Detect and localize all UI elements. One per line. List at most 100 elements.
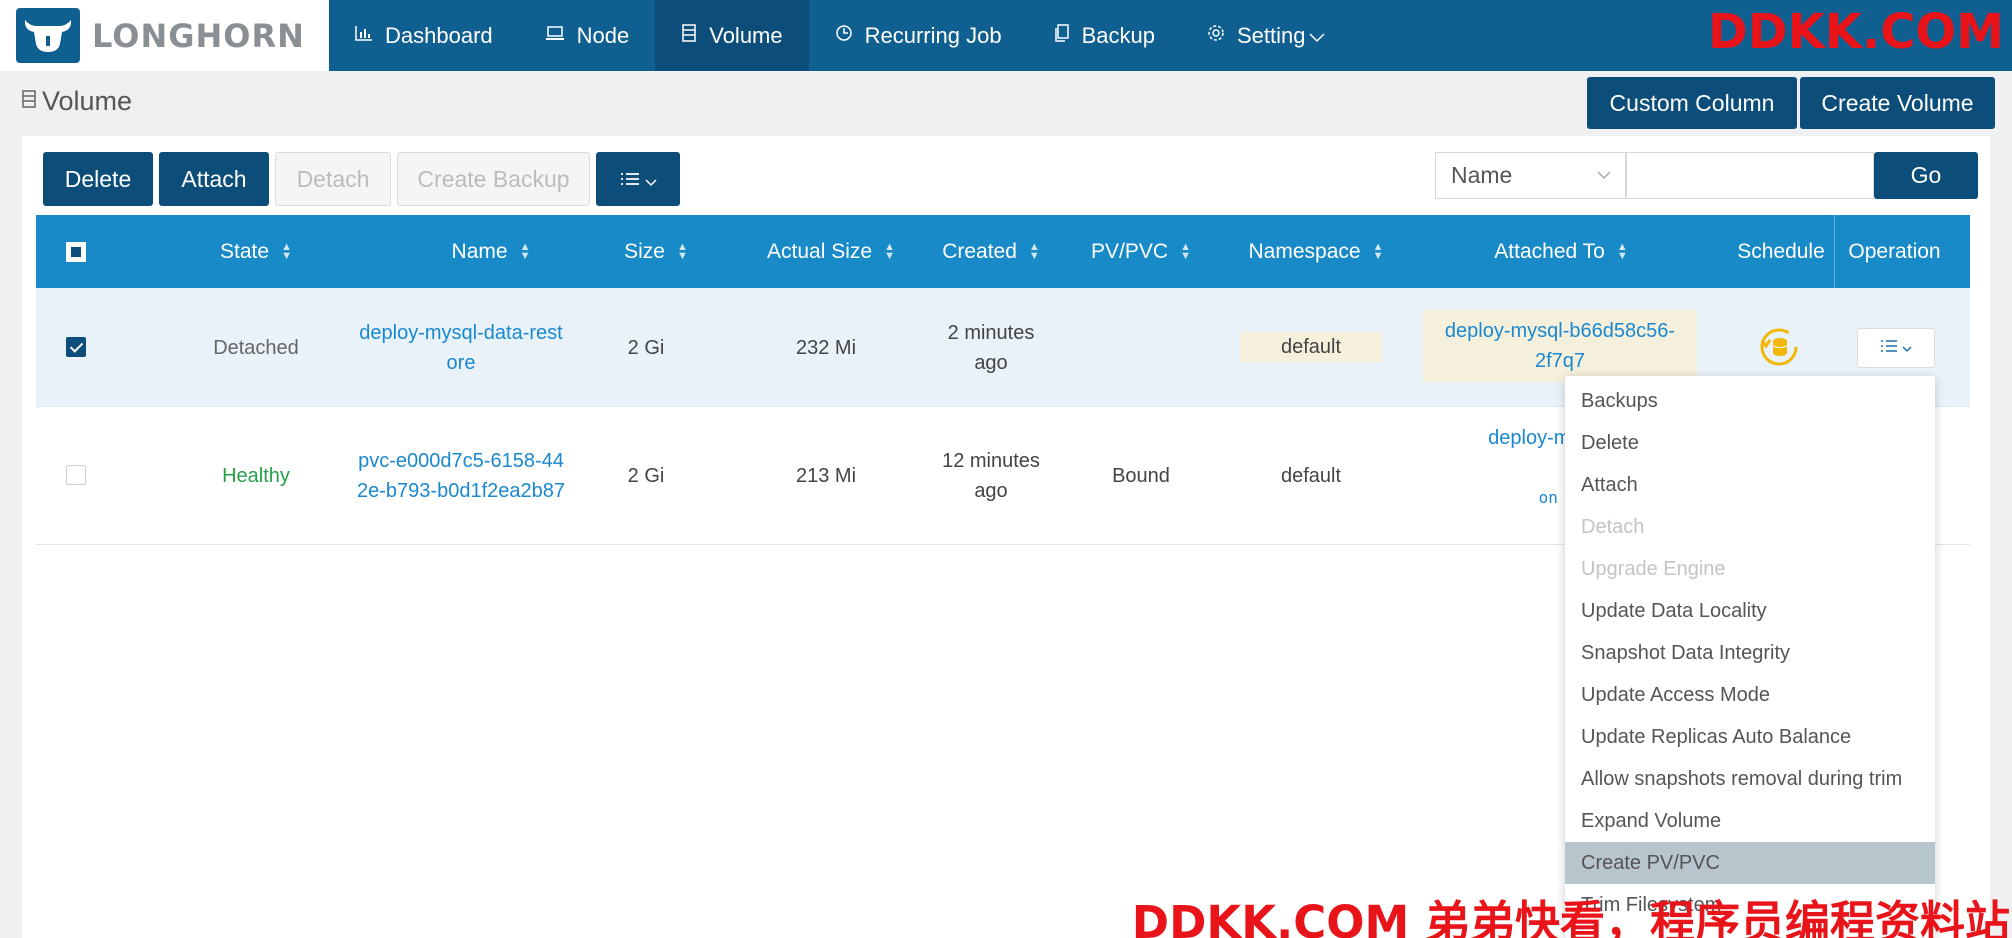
column-header-created-label: Created bbox=[942, 239, 1017, 263]
chevron-down-icon bbox=[1597, 167, 1611, 185]
brand-logo[interactable]: LONGHORN bbox=[0, 0, 329, 71]
row-operation-button[interactable] bbox=[1857, 328, 1935, 368]
menu-item-detach[interactable]: Detach bbox=[1565, 506, 1935, 548]
row-attached-line1: deploy-mysql-b66d58c56- bbox=[1444, 320, 1676, 342]
volume-operation-menu: Backups Delete Attach Detach Upgrade Eng… bbox=[1565, 376, 1935, 938]
list-icon bbox=[619, 166, 641, 193]
bar-chart-icon bbox=[355, 24, 373, 47]
row-namespace-tag: default bbox=[1240, 332, 1382, 362]
row-name-link[interactable]: deploy-mysql-data-rest ore bbox=[336, 288, 586, 407]
sort-icon: ▲ ▼ bbox=[1616, 240, 1628, 262]
nav-backup[interactable]: Backup bbox=[1028, 0, 1181, 71]
row-created: 2 minutes ago bbox=[916, 288, 1066, 407]
column-header-name[interactable]: Name ▲ ▼ bbox=[371, 215, 611, 288]
sort-icon: ▲ ▼ bbox=[519, 240, 531, 262]
nav-node[interactable]: Node bbox=[519, 0, 656, 71]
nav-backup-label: Backup bbox=[1081, 22, 1155, 48]
list-icon bbox=[1880, 339, 1898, 357]
menu-item-expand-volume[interactable]: Expand Volume bbox=[1565, 800, 1935, 842]
sort-icon: ▲ ▼ bbox=[1028, 240, 1040, 262]
column-header-size[interactable]: Size ▲ ▼ bbox=[606, 215, 706, 288]
column-header-size-label: Size bbox=[624, 239, 665, 263]
schedule-backup-icon[interactable] bbox=[1756, 324, 1802, 370]
chevron-down-icon bbox=[645, 166, 657, 193]
menu-item-create-pv-pvc[interactable]: Create PV/PVC bbox=[1565, 842, 1935, 884]
column-header-namespace[interactable]: Namespace ▲ ▼ bbox=[1226, 215, 1406, 288]
nav-dashboard-label: Dashboard bbox=[385, 22, 493, 48]
row-created-line2: ago bbox=[974, 351, 1008, 374]
row-size: 2 Gi bbox=[627, 336, 665, 359]
create-backup-button[interactable]: Create Backup bbox=[397, 152, 590, 206]
menu-item-update-data-locality[interactable]: Update Data Locality bbox=[1565, 590, 1935, 632]
go-button[interactable]: Go bbox=[1874, 152, 1978, 199]
detach-button[interactable]: Detach bbox=[275, 152, 391, 206]
column-header-attached-to-label: Attached To bbox=[1494, 239, 1605, 263]
menu-item-attach[interactable]: Attach bbox=[1565, 464, 1935, 506]
sort-icon: ▲ ▼ bbox=[1372, 240, 1384, 262]
column-header-actual-size-label: Actual Size bbox=[767, 239, 873, 263]
column-header-schedule: Schedule bbox=[1736, 215, 1826, 288]
watermark-bottom: DDKK.COM 弟弟快看，程序员编程资料站 bbox=[1131, 896, 2010, 938]
filter-field-select[interactable]: Name bbox=[1435, 152, 1626, 199]
row-checkbox[interactable] bbox=[66, 337, 86, 357]
row-name-link[interactable]: pvc-e000d7c5-6158-44 2e-b793-b0d1f2ea2b8… bbox=[336, 407, 586, 545]
row-checkbox[interactable] bbox=[66, 465, 86, 485]
sort-icon: ▲ ▼ bbox=[676, 240, 688, 262]
row-name-line2: 2e-b793-b0d1f2ea2b87 bbox=[357, 480, 565, 502]
menu-item-upgrade-engine[interactable]: Upgrade Engine bbox=[1565, 548, 1935, 590]
row-size: 2 Gi bbox=[627, 465, 665, 487]
page-title-text: Volume bbox=[42, 86, 133, 116]
column-header-pvpvc[interactable]: PV/PVC ▲ ▼ bbox=[1076, 215, 1206, 288]
custom-column-button[interactable]: Custom Column bbox=[1587, 77, 1797, 129]
row-attached-to-link[interactable]: deploy-mysql-b66d58c56- 2f7q7 bbox=[1423, 310, 1697, 382]
nav-volume[interactable]: Volume bbox=[655, 0, 809, 71]
select-all-checkbox[interactable] bbox=[66, 242, 86, 262]
row-name-line1: pvc-e000d7c5-6158-44 bbox=[358, 450, 564, 472]
row-namespace: default bbox=[1280, 465, 1342, 487]
menu-item-snapshot-data-integrity[interactable]: Snapshot Data Integrity bbox=[1565, 632, 1935, 674]
sort-icon: ▲ ▼ bbox=[1180, 240, 1191, 262]
nav-recurring-job-label: Recurring Job bbox=[864, 22, 1002, 48]
nav-setting-label: Setting bbox=[1236, 22, 1306, 48]
column-header-attached-to[interactable]: Attached To ▲ ▼ bbox=[1436, 215, 1686, 288]
column-header-state[interactable]: State ▲ ▼ bbox=[156, 215, 356, 288]
menu-item-update-access-mode[interactable]: Update Access Mode bbox=[1565, 674, 1935, 716]
attach-button[interactable]: Attach bbox=[159, 152, 269, 206]
nav-volume-label: Volume bbox=[709, 22, 783, 48]
menu-item-allow-snapshots-removal[interactable]: Allow snapshots removal during trim bbox=[1565, 758, 1935, 800]
row-created-line1: 12 minutes bbox=[942, 450, 1040, 472]
chevron-down-icon bbox=[1309, 23, 1325, 49]
volume-icon bbox=[681, 23, 697, 48]
sort-icon: ▲ ▼ bbox=[884, 240, 895, 262]
column-header-created[interactable]: Created ▲ ▼ bbox=[916, 215, 1066, 288]
nav-setting[interactable]: Setting bbox=[1181, 0, 1352, 71]
delete-button[interactable]: Delete bbox=[43, 152, 153, 206]
copy-icon bbox=[1054, 23, 1070, 48]
main-nav: Dashboard Node Volume Recurring Job Back… bbox=[329, 0, 1351, 71]
table-header: State ▲ ▼ Name ▲ ▼ Size ▲ ▼ Actual Size ▲ ▼ … bbox=[36, 215, 1970, 288]
volume-icon bbox=[22, 90, 36, 113]
column-header-pvpvc-label: PV/PVC bbox=[1091, 239, 1169, 263]
row-created-line2: ago bbox=[974, 480, 1008, 502]
bulk-actions-menu-button[interactable] bbox=[596, 152, 680, 206]
nav-dashboard[interactable]: Dashboard bbox=[329, 0, 519, 71]
column-header-actual-size[interactable]: Actual Size ▲ ▼ bbox=[736, 215, 926, 288]
create-volume-button[interactable]: Create Volume bbox=[1800, 77, 1995, 129]
column-header-namespace-label: Namespace bbox=[1248, 239, 1361, 263]
row-actual-size: 213 Mi bbox=[795, 465, 857, 487]
menu-item-delete[interactable]: Delete bbox=[1565, 422, 1935, 464]
menu-item-update-replicas-auto-balance[interactable]: Update Replicas Auto Balance bbox=[1565, 716, 1935, 758]
row-state: Healthy bbox=[222, 465, 290, 487]
column-header-state-label: State bbox=[220, 239, 270, 263]
brand-name: LONGHORN bbox=[92, 16, 305, 55]
row-actual-size: 232 Mi bbox=[795, 336, 857, 359]
nav-recurring-job[interactable]: Recurring Job bbox=[809, 0, 1028, 71]
longhorn-logo-icon bbox=[16, 8, 80, 63]
search-input[interactable] bbox=[1626, 152, 1874, 199]
row-state: Detached bbox=[213, 336, 299, 359]
row-name-line1: deploy-mysql-data-rest bbox=[359, 321, 563, 344]
nav-node-label: Node bbox=[576, 22, 630, 48]
menu-item-backups[interactable]: Backups bbox=[1565, 380, 1935, 422]
chevron-down-icon bbox=[1902, 340, 1912, 357]
page-title: Volume bbox=[22, 86, 132, 117]
